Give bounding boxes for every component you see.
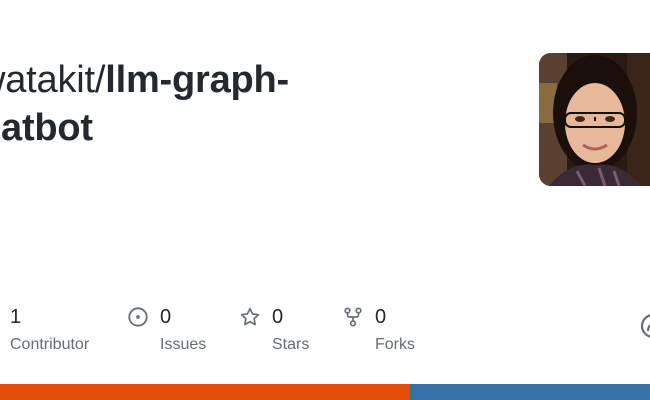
contributors-label: Contributor <box>10 336 90 353</box>
repo-title: watakit/llm-graph- hatbot <box>0 56 398 152</box>
contributors-count: 1 <box>10 306 22 328</box>
avatar-photo <box>539 53 650 186</box>
forks-label: Forks <box>375 336 415 353</box>
stars-label: Stars <box>272 336 310 353</box>
repo-forked-icon <box>344 307 362 327</box>
stars-count: 0 <box>272 306 284 328</box>
issues-count: 0 <box>160 306 172 328</box>
repo-owner[interactable]: watakit/ <box>0 59 105 101</box>
repo-name-line1[interactable]: llm-graph- <box>105 59 289 101</box>
repo-name-line2[interactable]: hatbot <box>0 107 93 149</box>
star-icon <box>240 307 260 326</box>
language-bar-segment <box>409 384 650 400</box>
language-bar-segment <box>0 384 410 400</box>
github-logo-icon <box>640 314 650 338</box>
issue-opened-icon <box>128 307 148 327</box>
issues-label: Issues <box>160 336 207 353</box>
owner-avatar <box>539 53 650 186</box>
forks-count: 0 <box>375 306 387 328</box>
language-bar <box>0 384 650 400</box>
